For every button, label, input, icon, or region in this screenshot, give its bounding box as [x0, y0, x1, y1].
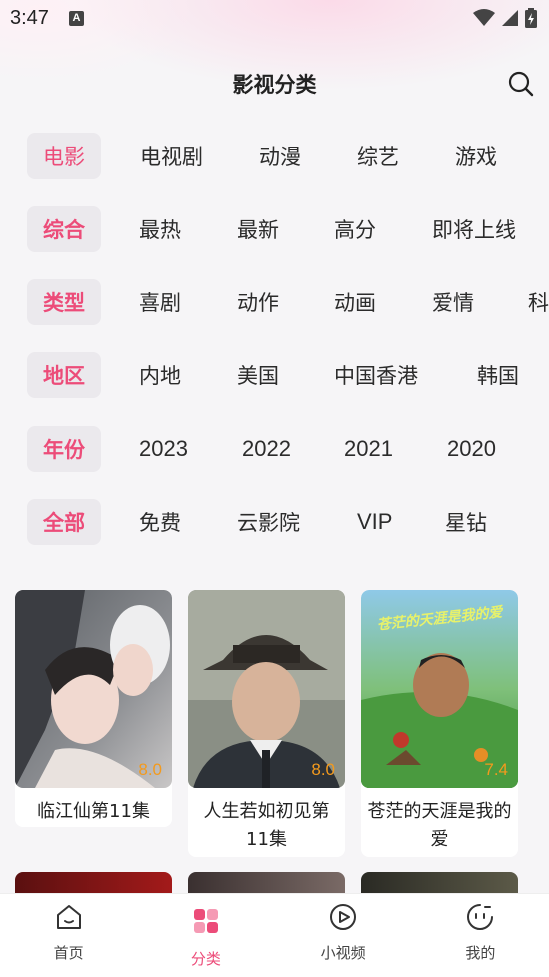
video-title: 苍茫的天涯是我的爱: [367, 801, 512, 850]
filter-row-genre: 类型 喜剧 动作 动画 爱情 科: [0, 279, 549, 325]
category-filters: 电影 电视剧 动漫 综艺 游戏 综合 最热 最新 高分 即将上线 类型 喜剧 动…: [0, 132, 549, 562]
video-title: 临江仙第11集: [37, 801, 150, 822]
filter-option[interactable]: 2022: [242, 426, 291, 472]
poster-image: [188, 590, 345, 788]
video-card-peek[interactable]: [361, 872, 518, 894]
filter-option[interactable]: 动作: [237, 279, 279, 325]
tab-label: 我的: [465, 944, 496, 962]
filter-chip-selected[interactable]: 地区: [27, 352, 101, 398]
filter-row-region: 地区 内地 美国 中国香港 韩国: [0, 352, 549, 398]
search-icon[interactable]: [507, 70, 535, 98]
filter-option[interactable]: 即将上线: [432, 206, 516, 252]
page-header: 影视分类: [0, 62, 549, 106]
rating-badge: 8.0: [138, 760, 162, 779]
profile-face-icon: [467, 904, 494, 930]
filter-chip-selected[interactable]: 年份: [27, 426, 101, 472]
filter-option[interactable]: 高分: [334, 206, 376, 252]
notification-icon: A: [68, 10, 84, 26]
wifi-icon: [473, 9, 495, 26]
filter-chip-selected[interactable]: 类型: [27, 279, 101, 325]
rating-badge: 7.4: [484, 760, 508, 779]
tab-short-video[interactable]: 小视频: [275, 894, 412, 977]
video-card[interactable]: 8.0 人生若如初见第11集: [188, 590, 345, 857]
status-bar: 3:47 A: [0, 0, 549, 36]
home-icon: [56, 905, 81, 929]
filter-option[interactable]: 2021: [344, 426, 393, 472]
video-poster[interactable]: 8.0: [188, 590, 345, 788]
tab-label: 小视频: [320, 944, 366, 962]
video-poster[interactable]: 8.0: [15, 590, 172, 788]
filter-option[interactable]: 喜剧: [139, 279, 181, 325]
video-card-peek[interactable]: [188, 872, 345, 894]
filter-option[interactable]: 免费: [139, 499, 181, 545]
filter-chip-selected[interactable]: 电影: [27, 133, 101, 179]
filter-option[interactable]: 电视剧: [140, 133, 203, 179]
tab-category[interactable]: 分类: [137, 894, 274, 977]
filter-option[interactable]: 最新: [237, 206, 279, 252]
video-title: 人生若如初见第11集: [203, 801, 330, 850]
filter-option[interactable]: 爱情: [432, 279, 474, 325]
filter-row-sort: 综合 最热 最新 高分 即将上线: [0, 206, 549, 252]
filter-row-channel: 电影 电视剧 动漫 综艺 游戏: [0, 133, 549, 179]
filter-option[interactable]: 最热: [139, 206, 181, 252]
rating-badge: 8.0: [311, 760, 335, 779]
filter-option[interactable]: 中国香港: [334, 352, 418, 398]
tab-home[interactable]: 首页: [0, 894, 137, 977]
filter-option[interactable]: 动漫: [259, 133, 301, 179]
filter-option[interactable]: 综艺: [357, 133, 399, 179]
video-card-peek[interactable]: [15, 872, 172, 894]
category-icon: [193, 909, 218, 933]
filter-option[interactable]: 星钻: [445, 499, 487, 545]
tab-label: 分类: [190, 950, 221, 968]
filter-option[interactable]: 2023: [139, 426, 188, 472]
video-poster[interactable]: 苍茫的天涯是我的爱 7.4: [361, 590, 518, 788]
filter-option[interactable]: 游戏: [455, 133, 497, 179]
page-title: 影视分类: [232, 73, 317, 97]
poster-image: [15, 590, 172, 788]
play-circle-icon: [330, 904, 357, 930]
filter-option[interactable]: 动画: [334, 279, 376, 325]
filter-chip-selected[interactable]: 综合: [27, 206, 101, 252]
filter-chip-selected[interactable]: 全部: [27, 499, 101, 545]
filter-option[interactable]: 内地: [139, 352, 181, 398]
video-card[interactable]: 8.0 临江仙第11集: [15, 590, 172, 827]
tab-profile[interactable]: 我的: [412, 894, 549, 977]
filter-option[interactable]: VIP: [357, 499, 392, 545]
filter-row-pay: 全部 免费 云影院 VIP 星钻: [0, 499, 549, 545]
filter-row-year: 年份 2023 2022 2021 2020: [0, 426, 549, 472]
status-time: 3:47: [10, 6, 49, 29]
filter-option[interactable]: 云影院: [237, 499, 300, 545]
filter-option[interactable]: 2020: [447, 426, 496, 472]
filter-option[interactable]: 韩国: [477, 352, 519, 398]
filter-option[interactable]: 美国: [237, 352, 279, 398]
battery-icon: [525, 8, 537, 28]
signal-icon: [502, 10, 518, 26]
tab-label: 首页: [53, 944, 84, 962]
filter-option[interactable]: 科: [528, 279, 549, 325]
bottom-tab-bar: 首页 分类 小视频 我的: [0, 893, 549, 977]
video-card[interactable]: 苍茫的天涯是我的爱 7.4 苍茫的天涯是我的爱: [361, 590, 518, 857]
